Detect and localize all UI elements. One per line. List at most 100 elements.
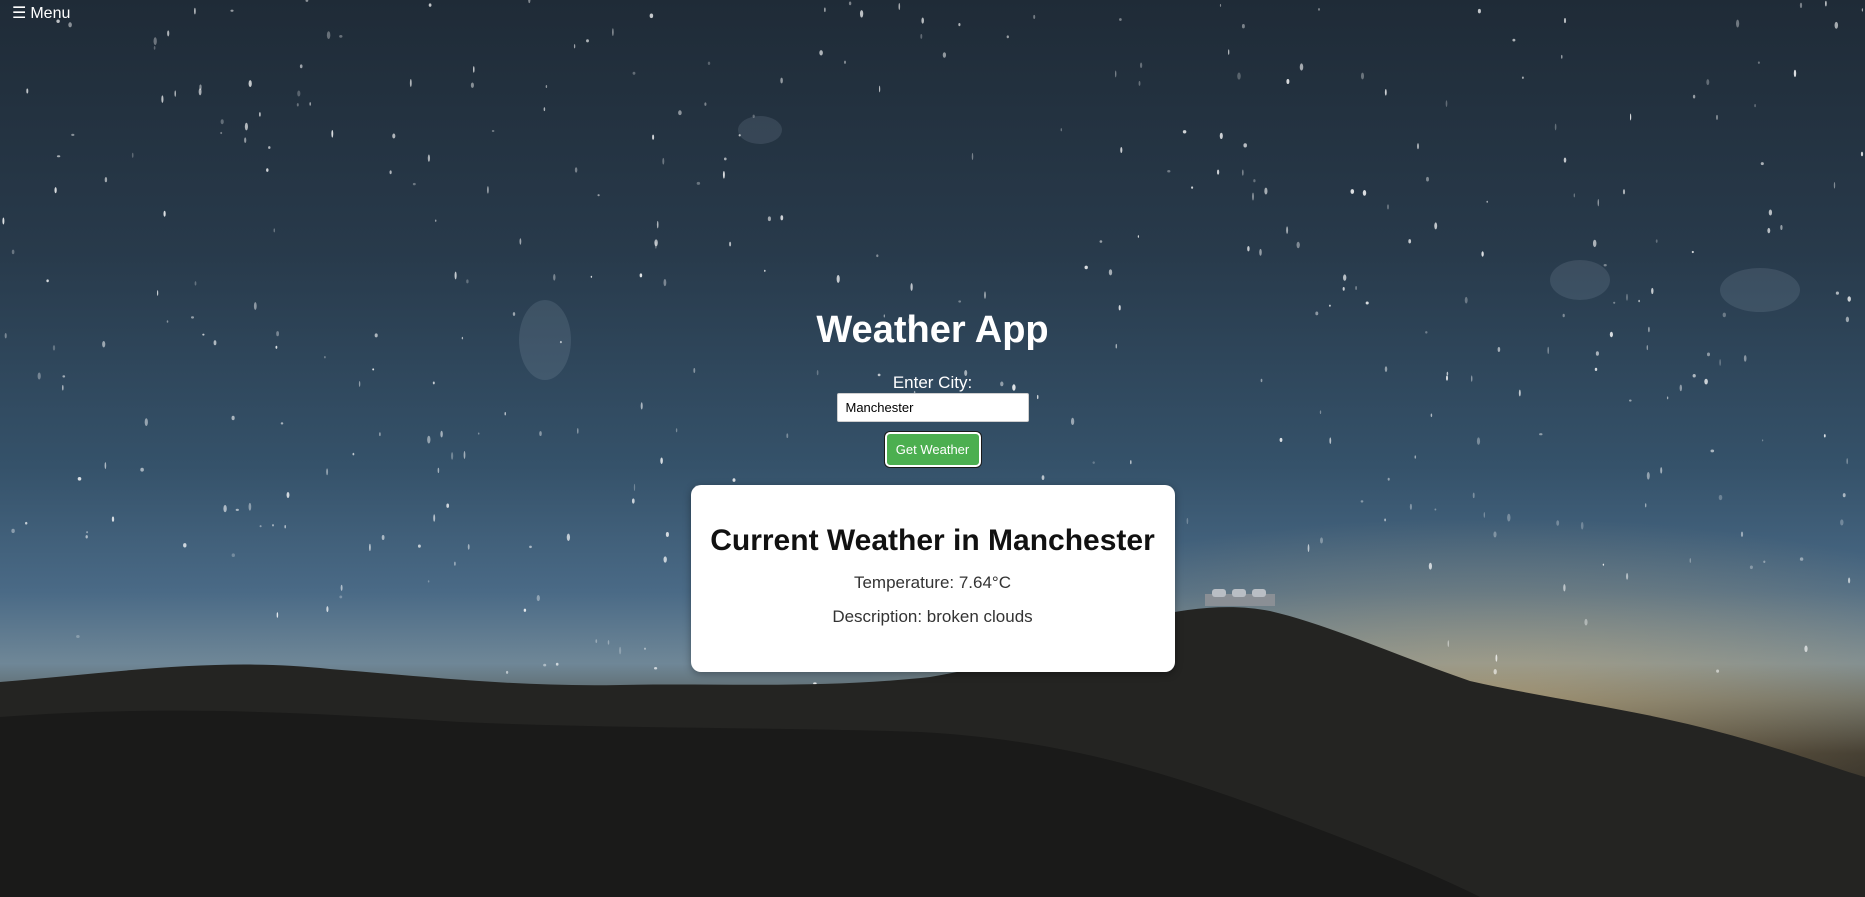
star [1692,94,1696,99]
star [1825,0,1827,7]
star [470,82,474,88]
star [1119,18,1122,21]
star [1691,250,1694,254]
star [1754,103,1757,108]
star [662,157,665,165]
star [1434,222,1438,230]
star [1355,286,1357,290]
star [1835,291,1839,295]
get-weather-button[interactable]: Get Weather [884,432,981,467]
star [1191,186,1194,189]
star [704,102,707,106]
star [54,187,57,194]
star [198,88,202,96]
star [1554,123,1557,131]
star [528,0,531,4]
menu-button[interactable]: ☰ Menu [12,5,70,23]
star [1167,170,1171,173]
star [1622,189,1626,195]
star [1253,179,1256,183]
star [121,689,124,694]
star [1768,209,1773,216]
star [876,254,879,258]
star [1512,38,1516,42]
weather-result-card: Current Weather in Manchester Temperatur… [690,485,1175,672]
star [309,102,312,106]
star [1387,204,1389,210]
star [153,45,156,50]
star [1259,248,1262,256]
star [1115,70,1117,78]
star [1861,8,1864,12]
star [813,682,817,685]
star [1767,227,1771,234]
star [339,35,343,38]
star [1408,239,1412,244]
star [655,241,657,249]
star [434,219,437,222]
star [844,60,846,64]
star [948,695,951,702]
star [752,114,755,118]
star [1033,14,1036,19]
star [654,239,658,247]
star [1182,130,1187,134]
star [1133,696,1136,700]
star [11,249,15,255]
star [1651,287,1654,295]
star [1362,189,1367,196]
star [1736,19,1740,28]
star [244,137,247,144]
star [1706,79,1710,86]
star [326,31,331,40]
star [545,84,548,89]
star [999,679,1001,684]
star [1561,54,1563,59]
menu-label: Menu [30,5,71,22]
star [409,79,412,87]
star [1443,675,1447,681]
star [649,13,654,19]
star [259,112,261,117]
city-input[interactable] [836,393,1029,422]
star [412,182,416,186]
star [1350,189,1355,194]
weather-app: Weather App Enter City: Get Weather Curr… [0,300,1865,672]
star [553,273,556,281]
star [131,152,134,158]
star [738,134,741,137]
star [1445,100,1448,107]
star [163,210,166,217]
star [652,134,655,140]
star [1342,287,1345,291]
star [974,679,977,683]
star [297,90,301,97]
star [1757,61,1760,64]
star [1477,8,1481,14]
star [1137,235,1140,238]
star [1108,269,1113,276]
star [1799,2,1803,9]
star [780,77,783,84]
star [194,281,197,286]
star [1603,264,1607,267]
star [1243,143,1247,148]
star [1237,72,1241,80]
star [819,50,823,56]
hamburger-icon: ☰ [12,5,27,22]
star [597,194,600,197]
star [220,119,224,125]
star [486,186,489,194]
city-label: Enter City: [892,373,973,392]
star [1467,691,1470,697]
star [1369,679,1373,683]
app-title: Weather App [816,309,1049,351]
star [1228,49,1230,55]
star [1318,8,1320,11]
star [723,157,727,161]
star [1630,113,1632,121]
star [1219,3,1222,7]
star [68,22,72,28]
star [199,84,202,91]
star [473,66,475,73]
